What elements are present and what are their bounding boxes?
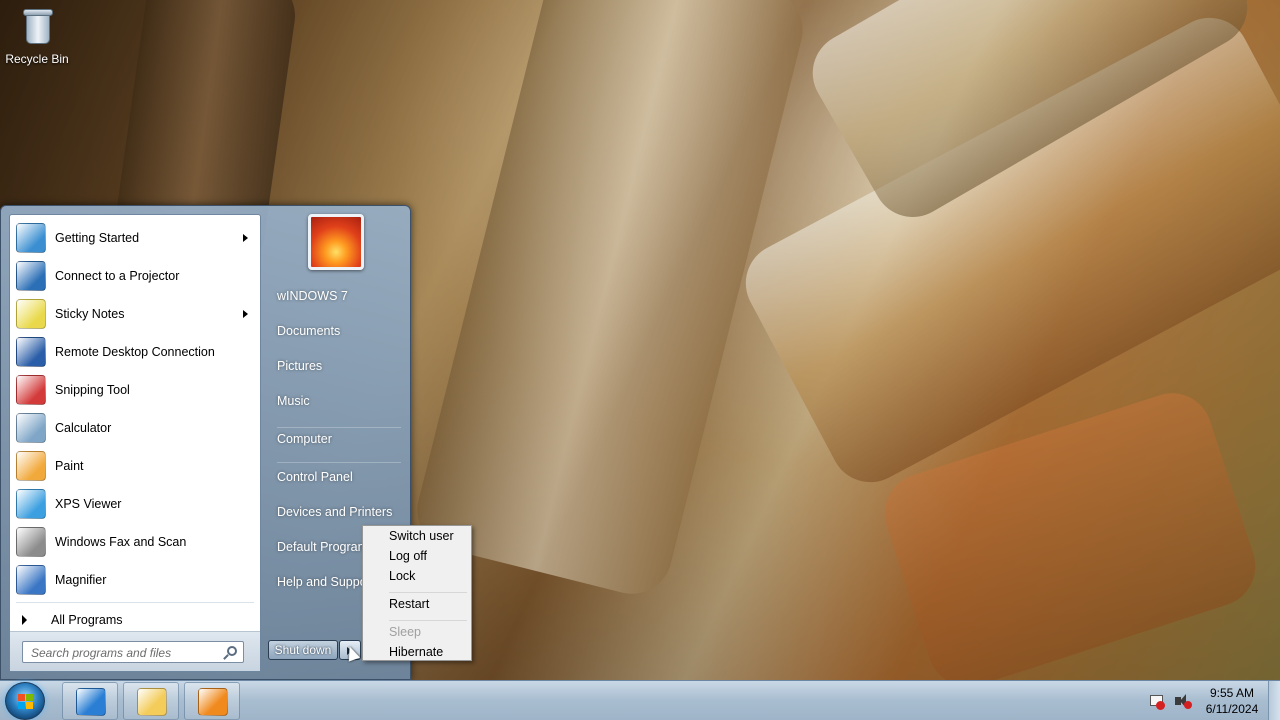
program-item[interactable]: Calculator (12, 409, 258, 447)
taskbar-button-media-player[interactable] (184, 682, 240, 720)
place-devices-and-printers[interactable]: Devices and Printers (268, 498, 406, 526)
divider (389, 592, 467, 593)
start-menu: Magnifier Windows Fax and Scan XPS Viewer P… (0, 205, 411, 680)
shut-down-options-menu: Switch user Log off Lock Restart Sleep Hibern… (362, 525, 472, 661)
shut-down-option[interactable]: Lock (365, 566, 469, 586)
action-center-icon[interactable] (1148, 692, 1166, 710)
shut-down-option[interactable]: Hibernate (365, 642, 469, 662)
place-pictures[interactable]: Pictures (268, 352, 406, 380)
magnifier-icon (16, 565, 46, 595)
place-user-folder[interactable]: wINDOWS 7 (268, 282, 406, 310)
program-label: Snipping Tool (55, 383, 130, 397)
search-icon[interactable] (227, 646, 237, 656)
wallpaper-band (798, 0, 1262, 232)
wallpaper-band (874, 382, 1266, 698)
program-label: Sticky Notes (55, 307, 125, 321)
shut-down-option[interactable]: Restart (365, 594, 469, 614)
taskbar: 9:55 AM 6/11/2024 (0, 680, 1280, 720)
paint-icon (16, 451, 46, 481)
internet-explorer-icon (76, 688, 106, 716)
shut-down-button[interactable]: Shut down (268, 640, 338, 660)
remote-desktop-icon (16, 337, 46, 367)
taskbar-button-windows-explorer[interactable] (123, 682, 179, 720)
getting-started-icon (16, 223, 46, 253)
xps-viewer-icon (16, 489, 46, 519)
programs-pane: Magnifier Windows Fax and Scan XPS Viewer P… (9, 214, 261, 672)
folder-icon (137, 688, 167, 716)
divider (389, 620, 467, 621)
program-item[interactable]: Snipping Tool (12, 371, 258, 409)
program-item[interactable]: Connect to a Projector (12, 257, 258, 295)
program-label: Remote Desktop Connection (55, 345, 215, 359)
volume-muted-icon[interactable] (1174, 692, 1192, 710)
fax-scan-icon (16, 527, 46, 557)
shut-down-option: Sleep (389, 625, 421, 639)
all-programs-button[interactable]: All Programs (12, 607, 258, 633)
divider (277, 427, 401, 428)
program-label: Getting Started (55, 231, 140, 245)
divider (16, 602, 254, 603)
program-label: Connect to a Projector (55, 269, 180, 283)
program-item[interactable]: Sticky Notes (12, 295, 258, 333)
program-item[interactable]: Getting Started (12, 219, 258, 257)
program-item[interactable]: Remote Desktop Connection (12, 333, 258, 371)
program-item[interactable]: Magnifier (12, 561, 258, 599)
program-label: Paint (55, 459, 84, 473)
program-label: Windows Fax and Scan (55, 535, 187, 549)
submenu-arrow-icon[interactable] (243, 234, 248, 242)
expand-arrow-icon (22, 615, 27, 625)
search-input[interactable]: Search programs and files (22, 641, 244, 663)
program-label: XPS Viewer (55, 497, 122, 511)
wallpaper-band (731, 3, 1280, 497)
notification-area: 9:55 AM 6/11/2024 (1148, 681, 1264, 720)
media-player-icon (198, 688, 228, 716)
place-documents[interactable]: Documents (268, 317, 406, 345)
desktop-icon-label: Recycle Bin (5, 52, 69, 66)
divider (277, 462, 401, 463)
search-placeholder: Search programs and files (31, 646, 172, 660)
place-control-panel[interactable]: Control Panel (268, 463, 406, 491)
projector-icon (16, 261, 46, 291)
desktop-icon-recycle-bin[interactable]: Recycle Bin (4, 6, 70, 66)
search-area: Search programs and files (10, 631, 260, 671)
windows-logo-icon (18, 694, 34, 710)
taskbar-button-internet-explorer[interactable] (62, 682, 118, 720)
program-item[interactable]: Paint (12, 447, 258, 485)
clock-date: 6/11/2024 (1205, 702, 1259, 716)
wallpaper-band (408, 0, 812, 603)
clock-time: 9:55 AM (1209, 686, 1255, 700)
sticky-notes-icon (16, 299, 46, 329)
snipping-tool-icon (16, 375, 46, 405)
clock[interactable]: 9:55 AM 6/11/2024 (1200, 685, 1264, 717)
place-computer[interactable]: Computer (268, 425, 406, 453)
place-music[interactable]: Music (268, 387, 406, 415)
user-picture[interactable] (308, 214, 364, 270)
program-label: Calculator (55, 421, 112, 435)
program-label: Magnifier (55, 573, 107, 587)
program-item[interactable]: Windows Fax and Scan (12, 523, 258, 561)
all-programs-label: All Programs (51, 613, 123, 627)
recycle-bin-icon (20, 6, 54, 48)
program-item[interactable]: XPS Viewer (12, 485, 258, 523)
shut-down-option[interactable]: Log off (365, 546, 469, 566)
shut-down-option[interactable]: Switch user (365, 526, 469, 546)
submenu-arrow-icon[interactable] (243, 310, 248, 318)
show-desktop-button[interactable] (1268, 681, 1280, 720)
start-button[interactable] (5, 682, 45, 720)
calculator-icon (16, 413, 46, 443)
